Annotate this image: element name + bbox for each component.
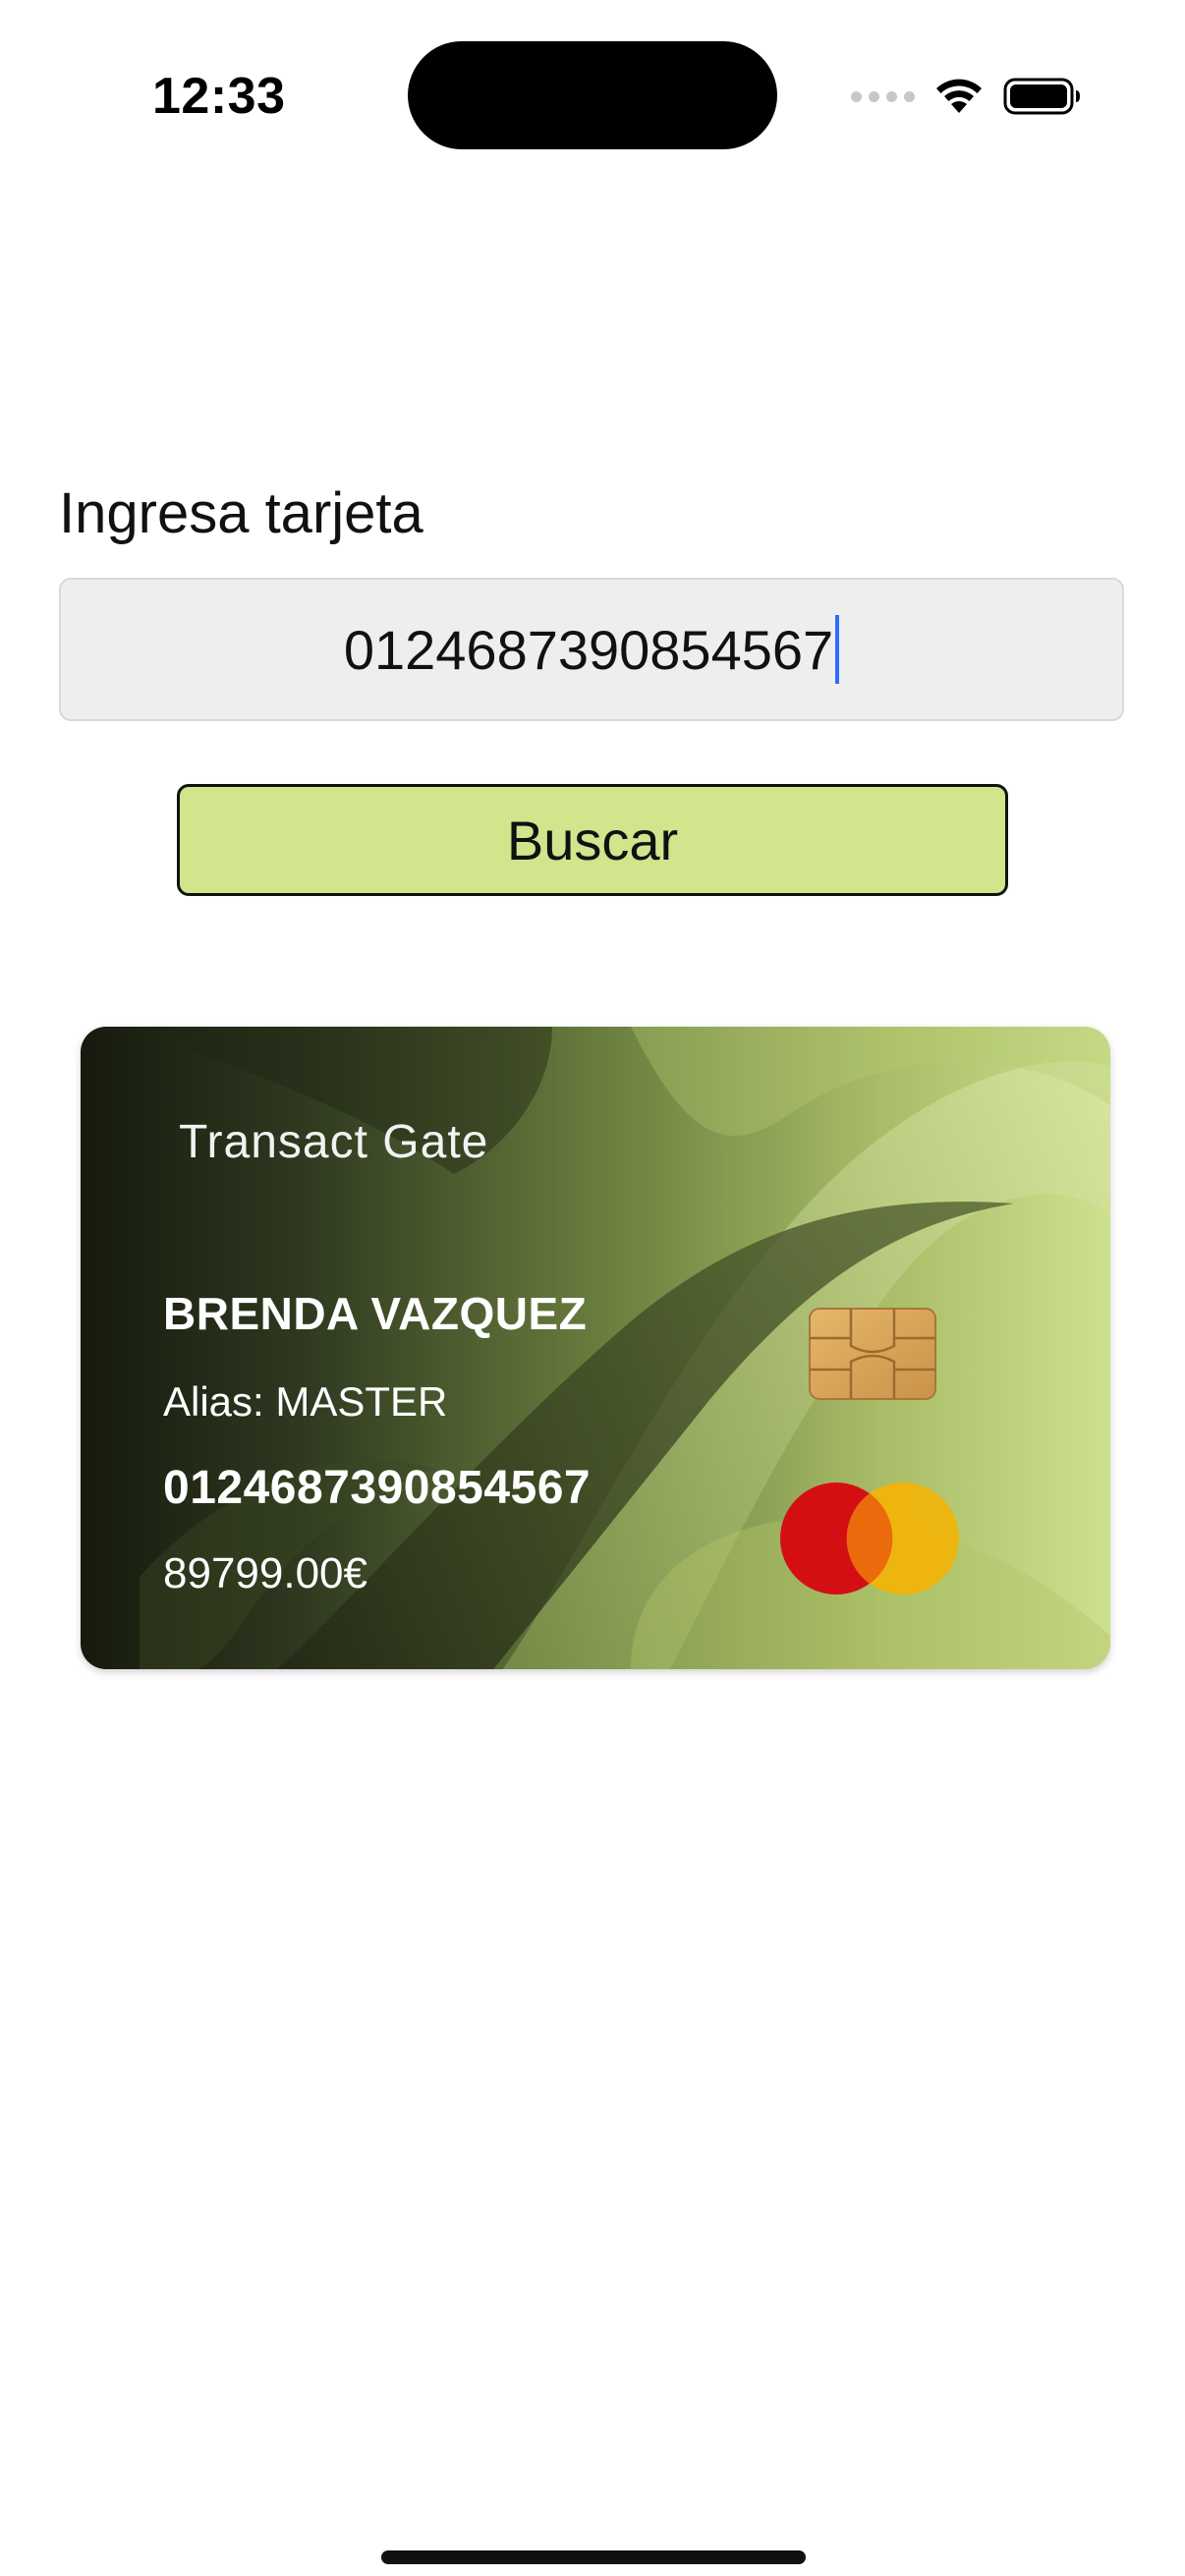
dynamic-island xyxy=(408,41,777,149)
alias-label: Alias: xyxy=(163,1378,264,1425)
card-balance: 89799.00€ xyxy=(163,1549,367,1597)
search-button-label: Buscar xyxy=(506,809,679,871)
mastercard-logo xyxy=(780,1483,959,1595)
card-number: 0124687390854567 xyxy=(163,1462,592,1514)
emv-chip-icon xyxy=(809,1308,936,1400)
cellular-signal-icon xyxy=(851,90,915,102)
card-alias: Alias: MASTER xyxy=(163,1378,447,1426)
search-button[interactable]: Buscar xyxy=(177,784,1008,896)
card-brand: Transact Gate xyxy=(179,1116,489,1168)
alias-value: MASTER xyxy=(275,1378,448,1425)
card-input-value: 0124687390854567 xyxy=(343,618,834,681)
card-input-label: Ingresa tarjeta xyxy=(59,481,423,545)
battery-icon xyxy=(1003,77,1082,116)
wifi-icon xyxy=(934,78,984,115)
text-cursor xyxy=(835,615,840,684)
status-icons xyxy=(851,71,1082,122)
card-number-input[interactable]: 0124687390854567 xyxy=(59,578,1124,721)
home-indicator[interactable] xyxy=(381,2550,806,2564)
credit-card: Transact Gate BRENDA VAZQUEZ Alias: MAST… xyxy=(81,1027,1110,1669)
card-holder-name: BRENDA VAZQUEZ xyxy=(163,1288,588,1339)
status-time: 12:33 xyxy=(152,68,286,125)
